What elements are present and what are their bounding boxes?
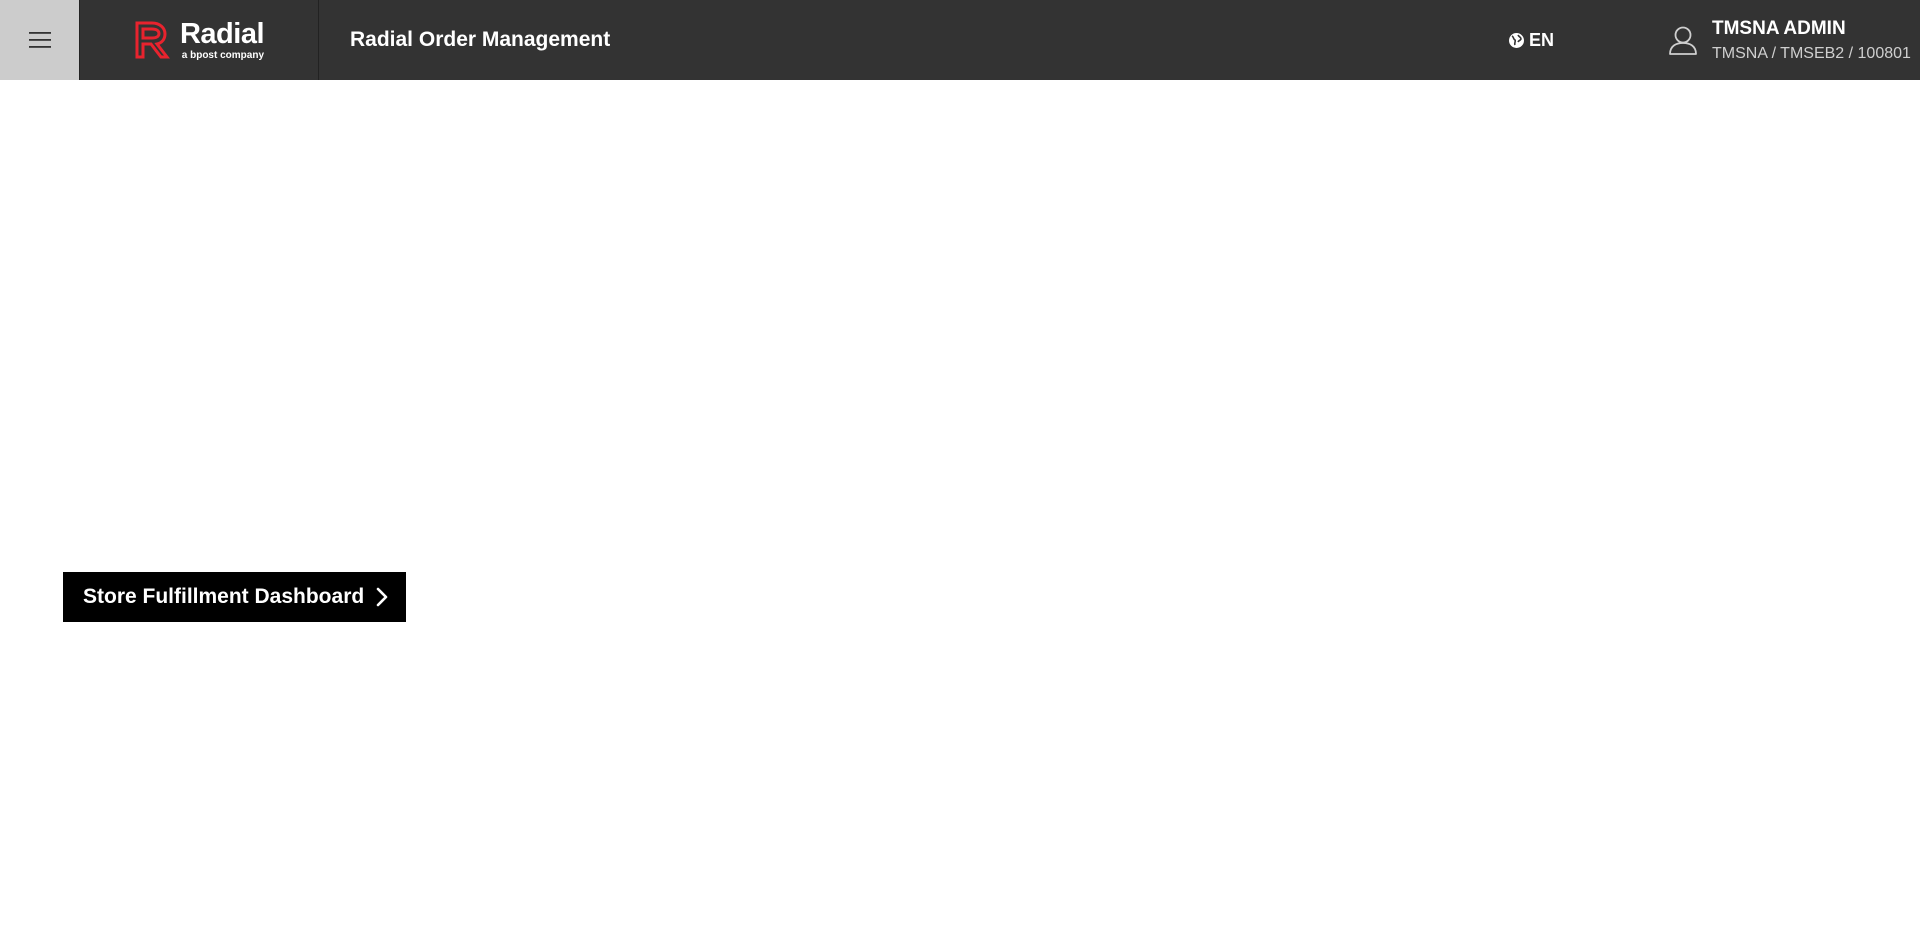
language-selector[interactable]: EN: [1508, 0, 1554, 80]
globe-icon: [1509, 32, 1524, 48]
user-organization: TMSNA / TMSEB2 / 100801: [1712, 44, 1911, 62]
radial-logo-mark-icon: [135, 21, 170, 59]
app-title: Radial Order Management: [350, 28, 611, 51]
menu-toggle-button[interactable]: [0, 0, 79, 80]
logo-area: Radial a bpost company: [79, 0, 319, 80]
hamburger-menu-icon: [28, 32, 51, 48]
user-icon: [1669, 26, 1697, 55]
store-fulfillment-dashboard-button[interactable]: Store Fulfillment Dashboard: [63, 572, 407, 622]
top-navigation-bar: Radial a bpost company Radial Order Mana…: [0, 0, 1920, 80]
chevron-right-icon: [376, 587, 388, 607]
language-code: EN: [1529, 29, 1555, 50]
dashboard-button-label: Store Fulfillment Dashboard: [83, 585, 365, 608]
logo-tagline: a bpost company: [181, 49, 265, 61]
user-name: TMSNA ADMIN: [1712, 17, 1846, 39]
user-menu[interactable]: TMSNA ADMIN TMSNA / TMSEB2 / 100801: [1668, 0, 1911, 80]
logo-name: Radial: [179, 17, 265, 50]
radial-logo[interactable]: Radial a bpost company: [134, 17, 265, 61]
